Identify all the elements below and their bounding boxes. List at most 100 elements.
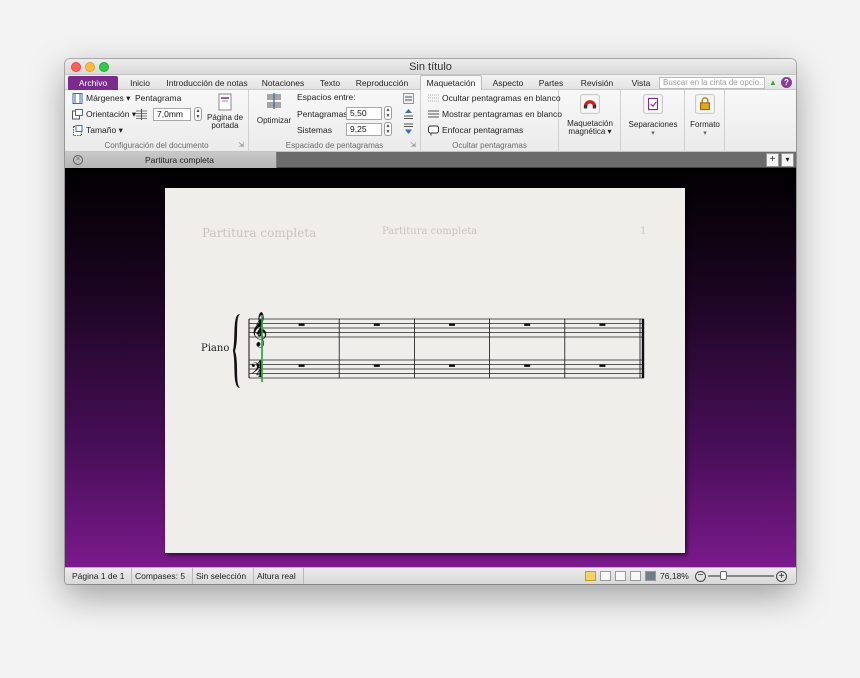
spaces-between-label: Espacios entre: xyxy=(297,92,356,102)
group-hide-staves: Ocultar pentagramas en blanco Mostrar pe… xyxy=(421,90,562,152)
zoom-slider-thumb[interactable] xyxy=(719,571,727,580)
group-document-setup: Márgenes ▾ Pentagrama Orientación ▾ 7,0m… xyxy=(65,90,249,152)
window-title: Sin título xyxy=(409,61,452,73)
minimize-window-button[interactable] xyxy=(85,62,95,72)
view-panorama-icon[interactable] xyxy=(645,571,656,581)
margins-button[interactable]: Márgenes ▾ xyxy=(86,93,130,104)
margins-label: Márgenes xyxy=(86,93,124,103)
view-pages-icon[interactable] xyxy=(585,571,596,581)
lock-icon xyxy=(695,94,715,114)
tab-archivo[interactable]: Archivo xyxy=(68,76,118,90)
view-vertical-icon[interactable] xyxy=(600,571,611,581)
status-height: Altura real xyxy=(250,568,304,584)
staff-spacing-label: Espaciado de pentagramas xyxy=(285,141,384,150)
focus-staves-button[interactable]: Enfocar pentagramas xyxy=(442,125,523,135)
optimize-label: Optimizar xyxy=(256,116,292,125)
staff-size-field[interactable]: 7,0mm xyxy=(153,108,191,121)
zoom-level: 76,18% xyxy=(660,571,689,581)
tab-texto[interactable]: Texto xyxy=(316,76,344,90)
close-tab-icon[interactable]: × xyxy=(73,155,83,165)
format-button[interactable]: Formato ▾ xyxy=(687,94,723,137)
collapse-ribbon-icon[interactable]: ▲ xyxy=(769,78,777,87)
show-empty-staves-icon xyxy=(428,110,439,118)
tab-introduccion-de-notas[interactable]: Introducción de notas xyxy=(163,76,251,90)
staff-size-icon xyxy=(136,109,147,120)
title-page-label-2: portada xyxy=(211,121,239,130)
group-magnetic-layout: Maquetación magnética ▾ xyxy=(559,90,621,152)
staves-spacing-stepper[interactable]: ▲ ▼ xyxy=(384,106,392,120)
group-format: Formato ▾ xyxy=(685,90,725,152)
status-bar: Página 1 de 1 Compases: 5 Sin selección … xyxy=(65,567,796,584)
status-selection: Sin selección xyxy=(189,568,255,584)
format-label: Formato xyxy=(690,120,720,129)
tab-reproduccion[interactable]: Reproducción xyxy=(354,76,410,90)
staff-size-stepper[interactable]: ▲ ▼ xyxy=(194,107,202,121)
treble-whole-rest xyxy=(449,323,455,326)
tab-menu-button[interactable]: ▾ xyxy=(781,153,794,167)
bass-whole-rest xyxy=(298,364,305,367)
document-setup-label: Configuración del documento xyxy=(104,141,209,150)
group-breaks: Separaciones ▾ xyxy=(621,90,685,152)
document-tab[interactable]: × Partitura completa xyxy=(65,152,277,168)
staff-size-label: Pentagrama xyxy=(135,93,182,103)
optimize-button[interactable]: Optimizar xyxy=(253,92,295,125)
bass-whole-rest xyxy=(449,364,455,367)
bass-whole-rest xyxy=(373,364,380,367)
tab-aspecto[interactable]: Aspecto xyxy=(489,76,527,90)
tab-vista[interactable]: Vista xyxy=(629,76,653,90)
document-setup-launcher-icon[interactable]: ⇲ xyxy=(238,141,244,149)
show-empty-staves-button[interactable]: Mostrar pentagramas en blanco xyxy=(442,109,562,119)
systems-spacing-stepper[interactable]: ▲ ▼ xyxy=(384,122,392,136)
new-tab-button[interactable]: + xyxy=(766,153,779,167)
treble-whole-rest xyxy=(298,323,305,326)
orientation-button[interactable]: Orientación ▾ xyxy=(86,109,136,120)
optimize-icon xyxy=(267,93,281,109)
bass-whole-rest xyxy=(599,364,606,367)
score-workspace[interactable]: Partitura completa Partitura completa 1 … xyxy=(65,168,796,567)
orientation-icon xyxy=(72,109,83,120)
reset-spacing-icon[interactable] xyxy=(403,93,414,104)
title-bar: Sin título xyxy=(65,59,796,75)
decrease-space-icon[interactable] xyxy=(403,123,414,134)
tab-partes[interactable]: Partes xyxy=(536,76,566,90)
document-tab-bar: × Partitura completa + ▾ xyxy=(65,152,796,168)
breaks-button[interactable]: Separaciones ▾ xyxy=(623,94,683,137)
treble-staff xyxy=(249,318,644,338)
page-size-button[interactable]: Tamaño ▾ xyxy=(86,125,123,136)
zoom-window-button[interactable] xyxy=(99,62,109,72)
treble-whole-rest xyxy=(599,323,606,326)
tab-revision[interactable]: Revisión xyxy=(579,76,615,90)
close-window-button[interactable] xyxy=(71,62,81,72)
format-dropdown-icon: ▾ xyxy=(703,130,707,137)
tab-maquetacion[interactable]: Maquetación xyxy=(420,75,482,91)
increase-space-icon[interactable] xyxy=(403,109,414,120)
staves-spacing-label: Pentagramas xyxy=(297,109,348,119)
orientation-label: Orientación xyxy=(86,109,130,119)
tab-inicio[interactable]: Inicio xyxy=(125,76,155,90)
breaks-dropdown-icon: ▾ xyxy=(651,130,655,137)
magnetic-layout-button[interactable]: Maquetación magnética ▾ xyxy=(561,94,619,136)
ribbon-search-input[interactable]: Buscar en la cinta de opcio... xyxy=(659,77,765,89)
bass-staff xyxy=(249,359,644,379)
help-icon[interactable]: ? xyxy=(781,77,792,88)
treble-whole-rest xyxy=(373,323,380,326)
magnet-icon xyxy=(580,94,600,114)
zoom-slider[interactable] xyxy=(708,571,774,580)
view-horizontal-icon[interactable] xyxy=(615,571,626,581)
systems-spacing-field[interactable]: 9,25 xyxy=(346,123,382,136)
app-window: Sin título Archivo Inicio Introducción d… xyxy=(65,59,796,584)
staves-spacing-field[interactable]: 5,50 xyxy=(346,107,382,120)
score-page[interactable]: Partitura completa Partitura completa 1 … xyxy=(165,188,685,553)
status-bars: Compases: 5 xyxy=(128,568,194,584)
zoom-out-icon[interactable]: − xyxy=(695,571,706,582)
systems-spacing-label: Sistemas xyxy=(297,125,332,135)
view-single-page-icon[interactable] xyxy=(630,571,641,581)
staff-spacing-launcher-icon[interactable]: ⇲ xyxy=(410,141,416,149)
zoom-in-icon[interactable]: + xyxy=(776,571,787,582)
document-tab-label: Partitura completa xyxy=(145,155,214,165)
tab-notaciones[interactable]: Notaciones xyxy=(259,76,307,90)
hide-empty-staves-button[interactable]: Ocultar pentagramas en blanco xyxy=(442,93,561,103)
ribbon-tab-bar: Archivo Inicio Introducción de notas Not… xyxy=(65,75,796,91)
title-page-button[interactable]: Página de portada xyxy=(207,93,243,130)
treble-whole-rest xyxy=(524,323,531,326)
